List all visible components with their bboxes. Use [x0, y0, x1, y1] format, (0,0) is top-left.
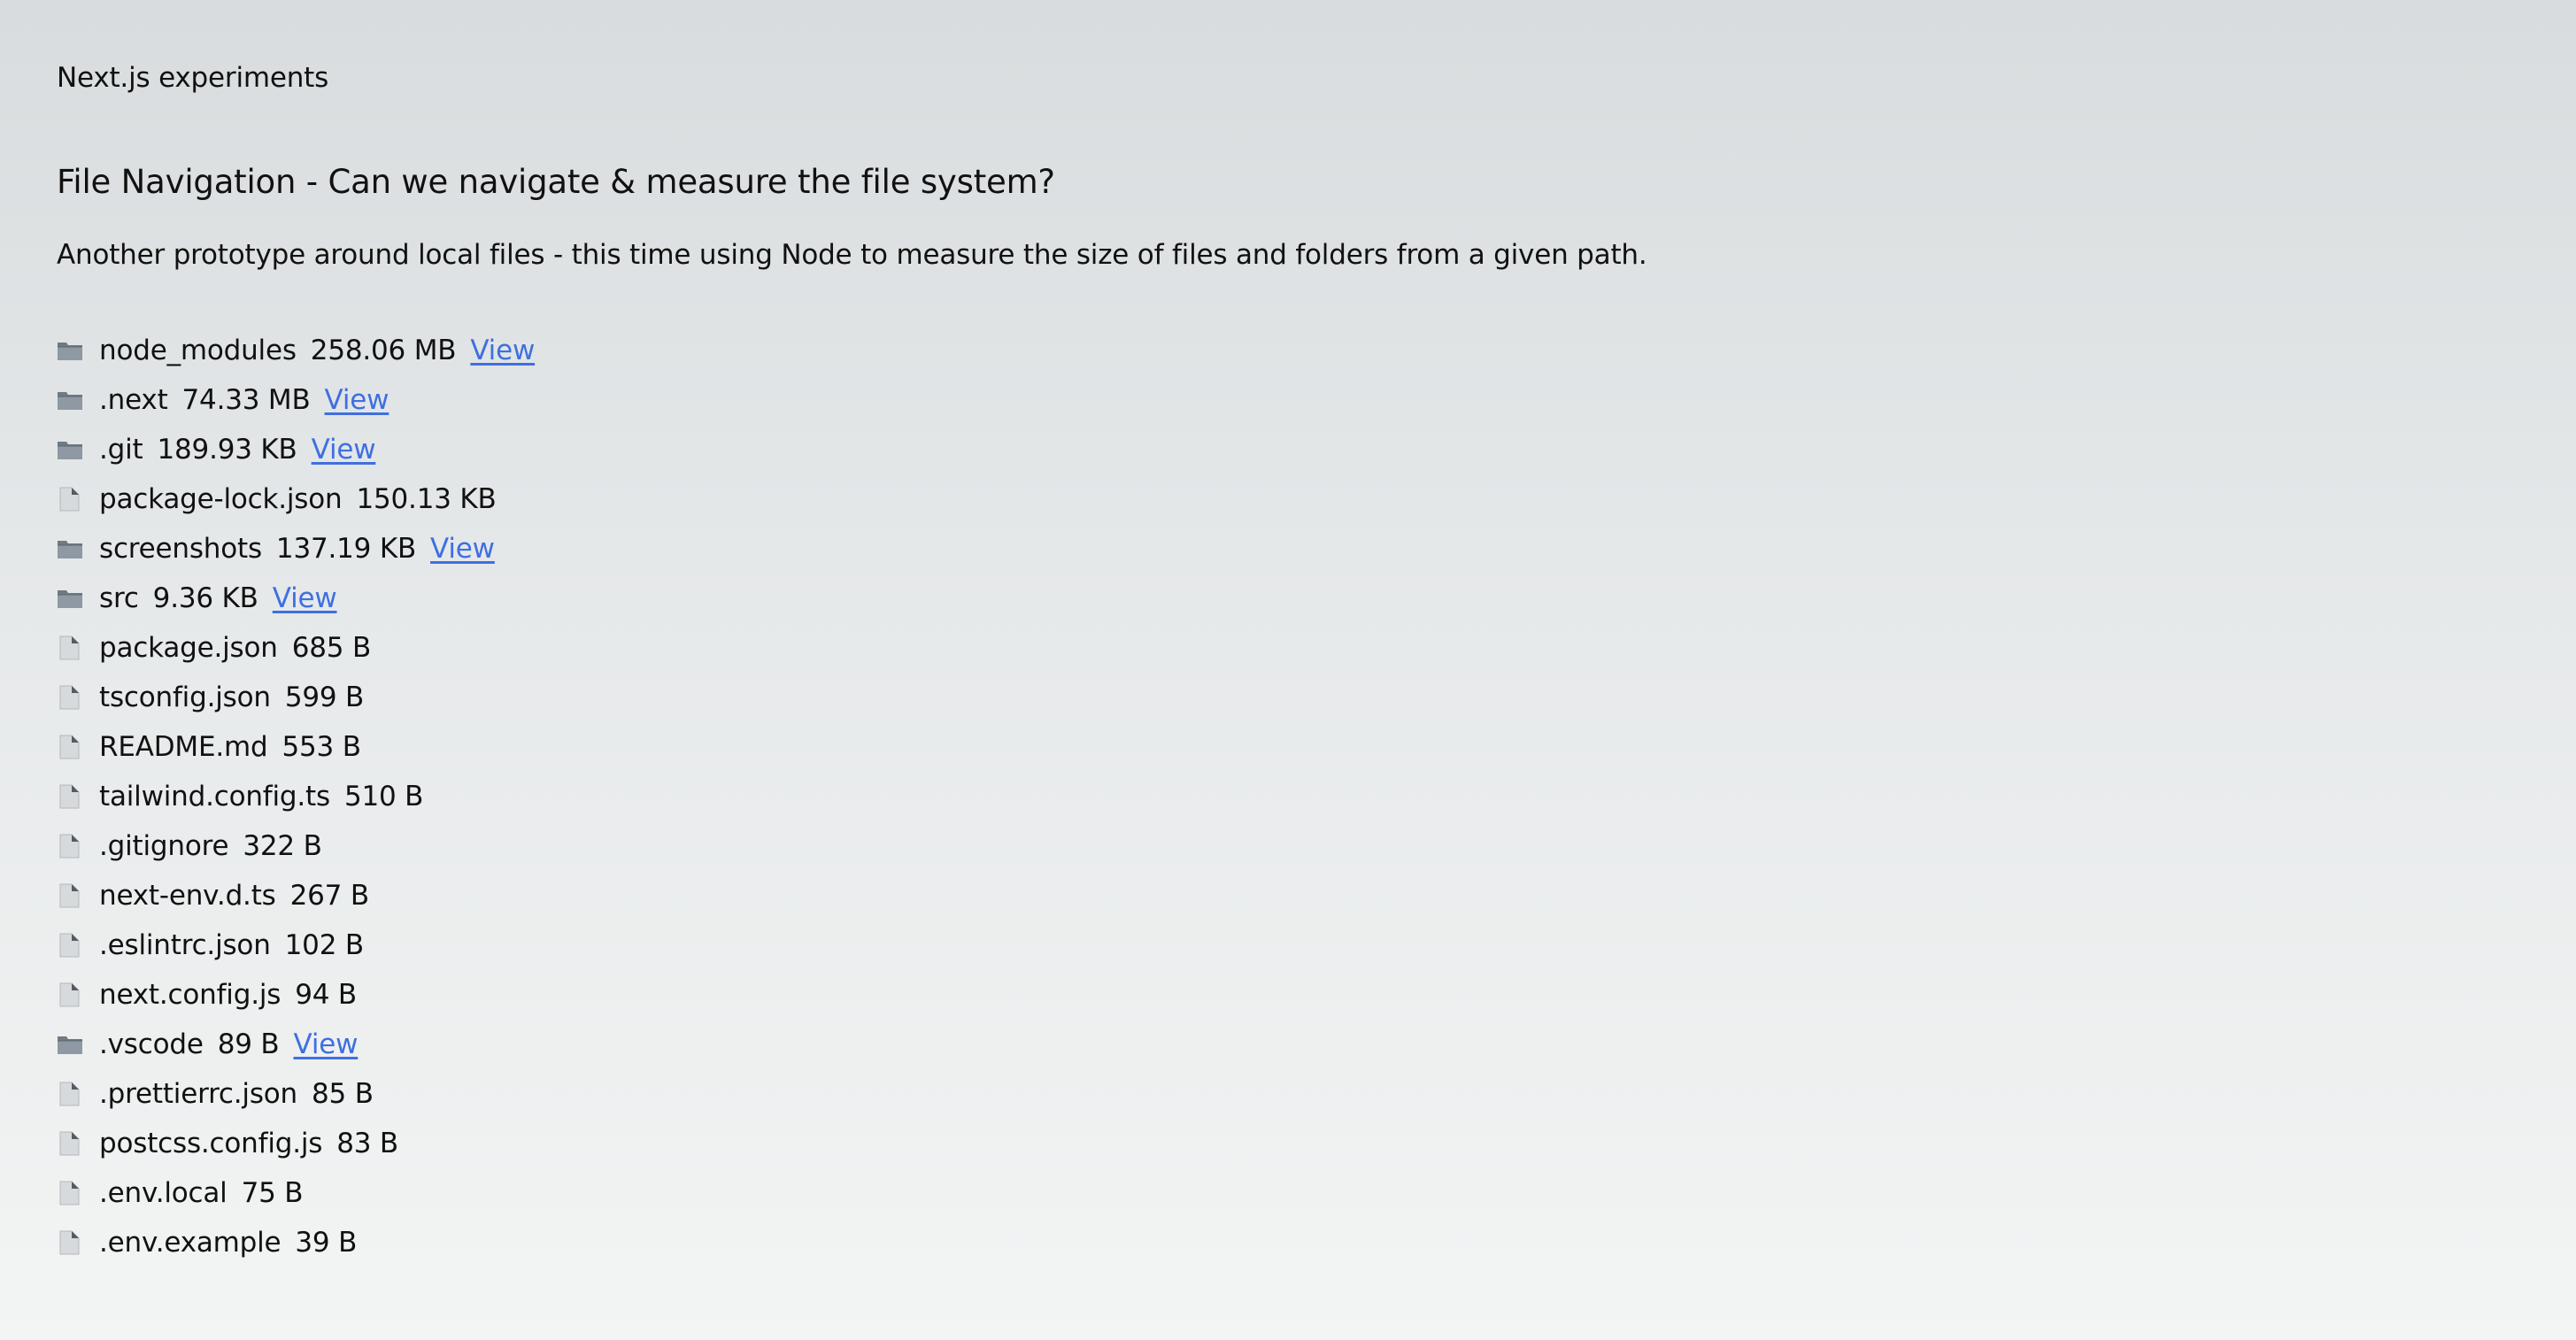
entry-name: .eslintrc.json — [99, 929, 271, 961]
folder-icon — [57, 333, 99, 368]
folder-icon — [57, 1027, 99, 1062]
view-link[interactable]: View — [312, 434, 376, 466]
file-icon — [57, 1175, 99, 1211]
app-title: Next.js experiments — [57, 62, 329, 94]
entry-size: 75 B — [241, 1177, 304, 1209]
entry-size: 258.06 MB — [310, 335, 457, 366]
entry-size: 94 B — [295, 979, 357, 1011]
entry-name: src — [99, 582, 139, 614]
entry-name: next-env.d.ts — [99, 880, 276, 912]
view-link[interactable]: View — [325, 384, 389, 416]
folder-icon — [57, 432, 99, 467]
page: Next.js experiments File Navigation - Ca… — [0, 0, 2576, 1267]
folder-icon — [57, 581, 99, 616]
entry-name: .git — [99, 434, 143, 466]
file-icon — [57, 878, 99, 913]
view-link[interactable]: View — [430, 533, 495, 565]
entry-name: next.config.js — [99, 979, 282, 1011]
entry-size: 39 B — [295, 1227, 358, 1259]
file-icon — [57, 680, 99, 715]
entry-size: 9.36 KB — [152, 582, 258, 614]
entry-size: 322 B — [243, 830, 322, 862]
entry-size: 83 B — [336, 1128, 399, 1159]
list-item: .env.local 75 B — [57, 1168, 2576, 1218]
entry-size: 553 B — [282, 731, 361, 763]
file-icon — [57, 729, 99, 765]
folder-icon — [57, 382, 99, 418]
file-list: node_modules 258.06 MB View .next 74.33 MB Vi… — [57, 326, 2576, 1267]
list-item: next.config.js 94 B — [57, 970, 2576, 1020]
entry-name: .env.local — [99, 1177, 228, 1209]
entry-size: 150.13 KB — [356, 483, 497, 515]
file-icon — [57, 481, 99, 517]
file-icon — [57, 977, 99, 1013]
entry-name: tailwind.config.ts — [99, 781, 330, 812]
list-item: .prettierrc.json 85 B — [57, 1069, 2576, 1119]
file-icon — [57, 1076, 99, 1112]
entry-size: 267 B — [289, 880, 369, 912]
list-item: .git 189.93 KB View — [57, 425, 2576, 474]
file-icon — [57, 828, 99, 864]
entry-size: 89 B — [217, 1028, 280, 1060]
entry-name: screenshots — [99, 533, 262, 565]
list-item: .eslintrc.json 102 B — [57, 920, 2576, 970]
file-icon — [57, 928, 99, 963]
entry-name: .gitignore — [99, 830, 229, 862]
file-icon — [57, 630, 99, 666]
entry-name: .prettierrc.json — [99, 1078, 298, 1110]
list-item: .next 74.33 MB View — [57, 375, 2576, 425]
entry-size: 189.93 KB — [157, 434, 297, 466]
entry-size: 85 B — [312, 1078, 374, 1110]
list-item: package-lock.json 150.13 KB — [57, 474, 2576, 524]
list-item: .gitignore 322 B — [57, 821, 2576, 871]
view-link[interactable]: View — [273, 582, 337, 614]
entry-size: 74.33 MB — [181, 384, 311, 416]
list-item: src 9.36 KB View — [57, 574, 2576, 623]
file-icon — [57, 1126, 99, 1161]
list-item: package.json 685 B — [57, 623, 2576, 673]
entry-name: package.json — [99, 632, 278, 664]
entry-size: 685 B — [291, 632, 372, 664]
entry-size: 102 B — [284, 929, 364, 961]
entry-name: postcss.config.js — [99, 1128, 323, 1159]
view-link[interactable]: View — [470, 335, 535, 366]
list-item: screenshots 137.19 KB View — [57, 524, 2576, 574]
entry-size: 510 B — [343, 781, 424, 812]
file-icon — [57, 1225, 99, 1260]
list-item: .env.example 39 B — [57, 1218, 2576, 1267]
folder-icon — [57, 531, 99, 566]
page-heading: File Navigation - Can we navigate & meas… — [57, 163, 1055, 201]
entry-name: tsconfig.json — [99, 682, 271, 713]
view-link[interactable]: View — [294, 1028, 359, 1060]
list-item: tsconfig.json 599 B — [57, 673, 2576, 722]
list-item: tailwind.config.ts 510 B — [57, 772, 2576, 821]
list-item: next-env.d.ts 267 B — [57, 871, 2576, 920]
entry-size: 599 B — [284, 682, 365, 713]
list-item: .vscode 89 B View — [57, 1020, 2576, 1069]
entry-name: .next — [99, 384, 168, 416]
entry-name: README.md — [99, 731, 268, 763]
list-item: postcss.config.js 83 B — [57, 1119, 2576, 1168]
list-item: node_modules 258.06 MB View — [57, 326, 2576, 375]
entry-name: node_modules — [99, 335, 297, 366]
list-item: README.md 553 B — [57, 722, 2576, 772]
entry-name: .env.example — [99, 1227, 282, 1259]
file-icon — [57, 779, 99, 814]
entry-name: .vscode — [99, 1028, 204, 1060]
entry-name: package-lock.json — [99, 483, 343, 515]
entry-size: 137.19 KB — [275, 533, 417, 565]
page-description: Another prototype around local files - t… — [57, 239, 1647, 271]
